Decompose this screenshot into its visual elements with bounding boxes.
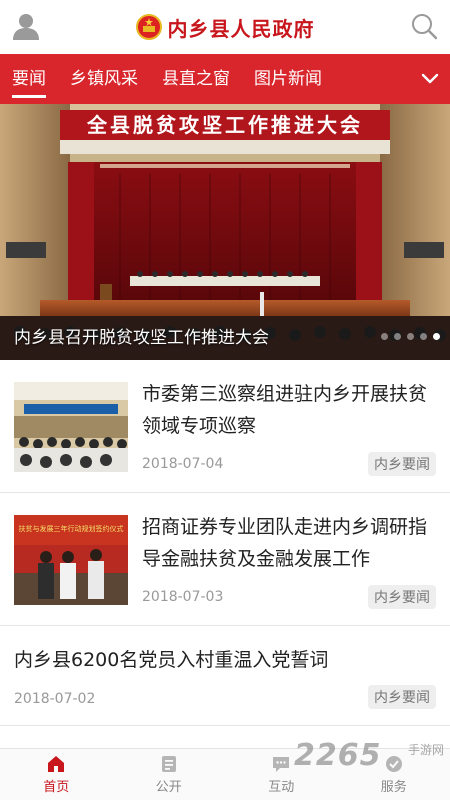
nav-interaction[interactable]: 互动 xyxy=(225,749,338,800)
home-icon xyxy=(48,756,65,772)
news-date: 2018-07-04 xyxy=(142,456,224,472)
nav-home[interactable]: 首页 xyxy=(0,749,113,800)
app-title: 内乡县人民政府 xyxy=(167,16,315,41)
carousel-dot xyxy=(407,333,414,340)
tab-headlines[interactable]: 要闻 xyxy=(0,54,58,104)
news-category-badge: 内乡要闻 xyxy=(368,585,436,609)
user-icon[interactable] xyxy=(10,10,42,42)
carousel-dots xyxy=(381,333,440,340)
hero-carousel[interactable]: 全县脱贫攻坚工作推进大会 内乡县召开脱贫攻坚工作推进大会 xyxy=(0,104,450,360)
app-header: 内乡县人民政府 xyxy=(0,0,450,54)
carousel-dot-active xyxy=(433,333,440,340)
tab-county-departments[interactable]: 县直之窗 xyxy=(150,54,242,104)
news-title: 招商证券专业团队走进内乡调研指导金融扶贫及金融发展工作 xyxy=(142,516,428,570)
nav-home-label: 首页 xyxy=(43,780,70,795)
nav-public[interactable]: 公开 xyxy=(113,749,226,800)
carousel-dot xyxy=(394,333,401,340)
news-item[interactable]: 扶贫与发展三年行动规划签约仪式 招商证券专业团队走进内乡调研指导金融扶贫及金融发… xyxy=(0,493,450,626)
service-icon xyxy=(385,756,402,772)
news-list: 市委第三巡察组进驻内乡开展扶贫领域专项巡察 2018-07-04 内乡要闻 扶贫… xyxy=(0,360,450,726)
nav-service[interactable]: 服务 xyxy=(338,749,450,800)
chevron-down-icon[interactable] xyxy=(418,67,442,91)
hero-caption: 内乡县召开脱贫攻坚工作推进大会 xyxy=(14,328,269,348)
nav-service-label: 服务 xyxy=(380,780,407,795)
tab-township[interactable]: 乡镇风采 xyxy=(58,54,150,104)
carousel-dot xyxy=(381,333,388,340)
nav-public-label: 公开 xyxy=(155,780,182,795)
news-date: 2018-07-02 xyxy=(14,691,96,707)
thumbnail-banner-text: 扶贫与发展三年行动规划签约仪式 xyxy=(19,524,124,533)
search-icon[interactable] xyxy=(410,12,438,40)
news-category-badge: 内乡要闻 xyxy=(368,685,436,709)
category-tabs: 要闻 乡镇风采 县直之窗 图片新闻 xyxy=(0,54,450,104)
news-date: 2018-07-03 xyxy=(142,589,224,605)
news-title: 市委第三巡察组进驻内乡开展扶贫领域专项巡察 xyxy=(142,383,428,437)
carousel-dot xyxy=(420,333,427,340)
hero-banner-text: 全县脱贫攻坚工作推进大会 xyxy=(86,113,363,137)
news-thumbnail: 扶贫与发展三年行动规划签约仪式 xyxy=(14,515,128,605)
tab-photo-news[interactable]: 图片新闻 xyxy=(242,54,334,104)
hero-image: 全县脱贫攻坚工作推进大会 xyxy=(0,104,450,360)
news-thumbnail xyxy=(14,382,128,472)
nav-interaction-label: 互动 xyxy=(268,780,295,795)
document-icon xyxy=(161,756,176,772)
news-category-badge: 内乡要闻 xyxy=(368,452,436,476)
bottom-nav: 首页 公开 互动 服务 xyxy=(0,748,450,800)
news-item[interactable]: 内乡县6200名党员入村重温入党誓词 2018-07-02 内乡要闻 xyxy=(0,626,450,726)
national-emblem-icon xyxy=(135,14,162,40)
chat-icon xyxy=(273,757,290,772)
news-item[interactable]: 市委第三巡察组进驻内乡开展扶贫领域专项巡察 2018-07-04 内乡要闻 xyxy=(0,360,450,493)
news-title: 内乡县6200名党员入村重温入党誓词 xyxy=(14,649,329,671)
